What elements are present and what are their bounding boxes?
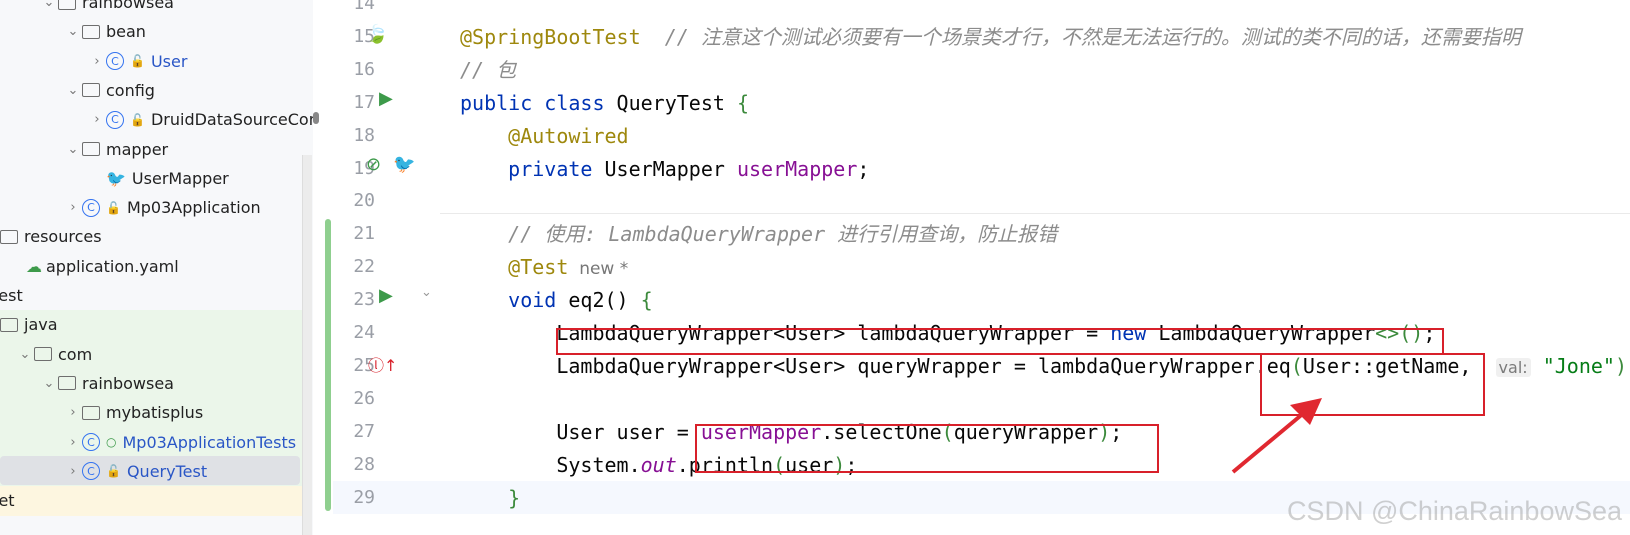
annotation-arrow xyxy=(1231,398,1322,474)
watermark: CSDN @ChinaRainbowSea xyxy=(1286,496,1622,526)
